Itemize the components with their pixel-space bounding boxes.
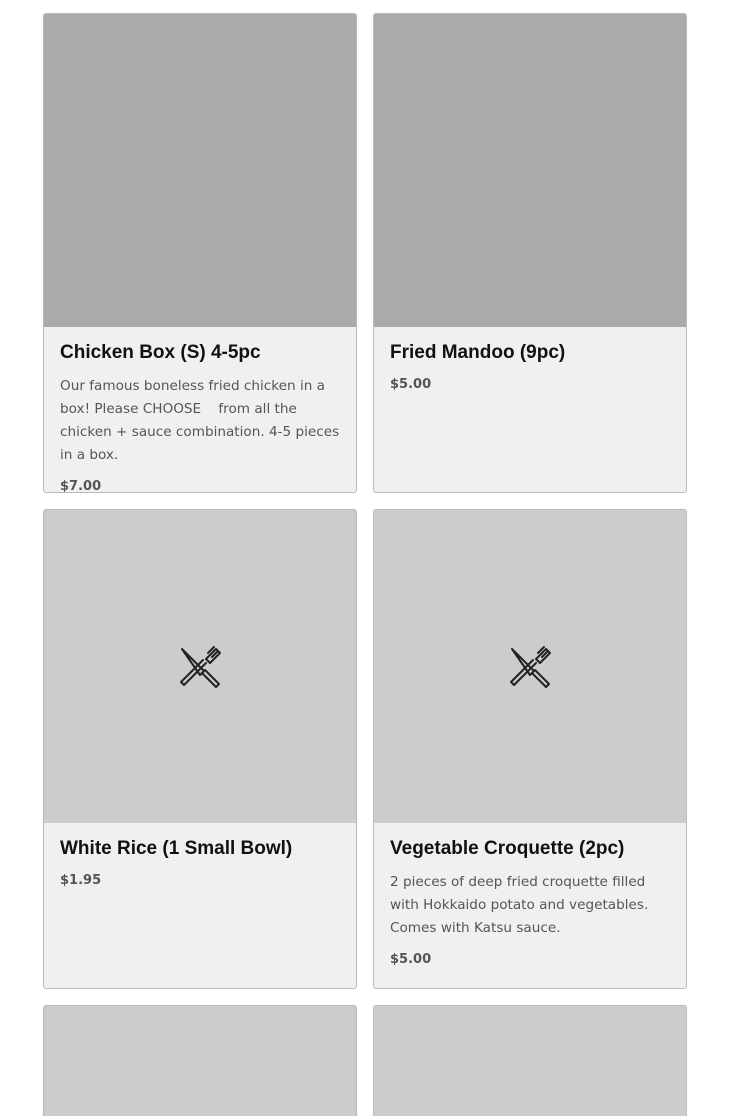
menu-item-photo	[374, 14, 686, 327]
menu-item-body: Fried Mandoo (9pc) $5.00	[374, 327, 686, 409]
menu-item-image-placeholder	[374, 510, 686, 823]
menu-item-card[interactable]: Chicken Box (S) 4-5pc Our famous boneles…	[43, 13, 357, 493]
menu-item-image-placeholder	[374, 1006, 686, 1116]
menu-item-card-partial[interactable]	[43, 1005, 357, 1116]
menu-grid: Chicken Box (S) 4-5pc Our famous boneles…	[0, 0, 730, 1116]
menu-item-name: Fried Mandoo (9pc)	[390, 342, 566, 363]
menu-item-description: Our famous boneless fried chicken in a b…	[60, 378, 344, 463]
menu-item-card[interactable]: Vegetable Croquette (2pc) 2 pieces of de…	[373, 509, 687, 989]
fork-knife-icon	[510, 645, 551, 688]
menu-item-price: $7.00	[60, 479, 102, 493]
menu-item-body: Chicken Box (S) 4-5pc Our famous boneles…	[44, 327, 356, 493]
menu-item-card[interactable]: Fried Mandoo (9pc) $5.00	[373, 13, 687, 493]
menu-item-price: $1.95	[60, 873, 102, 888]
fork-knife-icon	[180, 645, 221, 688]
menu-item-card-partial[interactable]	[373, 1005, 687, 1116]
menu-item-photo	[44, 14, 356, 327]
menu-item-image-placeholder	[44, 510, 356, 823]
menu-item-name: White Rice (1 Small Bowl)	[60, 838, 293, 859]
menu-item-name: Vegetable Croquette (2pc)	[390, 838, 625, 859]
menu-item-description: 2 pieces of deep fried croquette filled …	[390, 874, 653, 936]
menu-item-price: $5.00	[390, 952, 432, 967]
menu-item-image-placeholder	[44, 1006, 356, 1116]
menu-item-body: White Rice (1 Small Bowl) $1.95	[44, 823, 356, 905]
menu-item-body: Vegetable Croquette (2pc) 2 pieces of de…	[374, 823, 686, 984]
menu-item-price: $5.00	[390, 377, 432, 392]
menu-item-name: Chicken Box (S) 4-5pc	[60, 342, 261, 363]
menu-item-card[interactable]: White Rice (1 Small Bowl) $1.95	[43, 509, 357, 989]
